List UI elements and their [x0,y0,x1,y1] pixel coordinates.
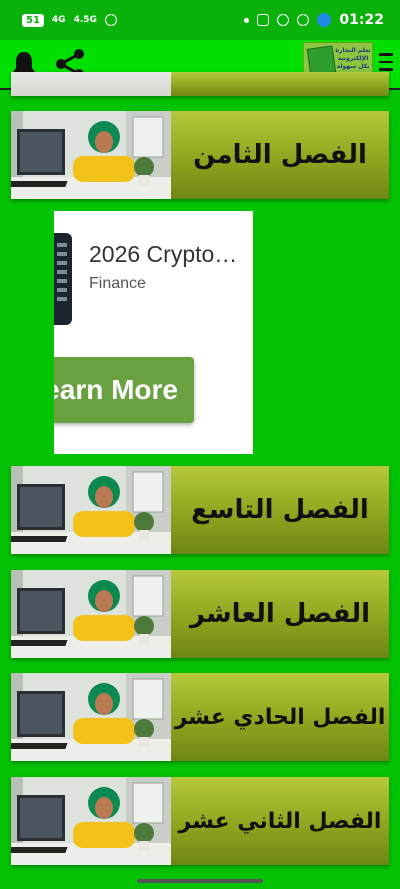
chapter-banner: الفصل العاشر [171,570,389,658]
chapter-title: الفصل التاسع [191,495,369,525]
instagram-icon [257,14,270,26]
status-right: 01:22 [244,12,384,28]
notification-dot-icon [244,17,250,23]
facebook-icon [297,14,310,26]
network-indicator-2: 4.5G [73,14,97,25]
chapter-banner: الفصل الثاني عشر [171,777,389,865]
chapter-card-8[interactable]: الفصل الثامن [11,111,389,199]
chapter-card-partial[interactable] [11,72,389,96]
woman-at-computer-photo [11,466,171,554]
chapter-title: الفصل العاشر [189,599,371,629]
battery-icon [317,13,332,27]
chapter-banner: الفصل الثامن [171,111,389,199]
network-indicator-1: 4G [51,14,66,25]
chapter-title: الفصل الحادي عشر [174,704,386,730]
chapter-title: الفصل الثامن [193,140,367,170]
status-left: 51 4G 4.5G [22,13,117,27]
ad-learn-more-button[interactable]: earn More [54,357,194,423]
woman-at-computer-photo [11,570,171,658]
ad-banner[interactable]: 2026 Crypto… Finance earn More [54,211,253,454]
woman-at-computer-photo [11,673,171,761]
chapter-banner: الفصل الحادي عشر [171,673,389,761]
ad-thumbnail [54,233,72,325]
alarm-icon [104,14,117,26]
woman-at-computer-photo [11,111,171,199]
status-bar: 51 4G 4.5G 01:22 [0,0,400,40]
ad-title[interactable]: 2026 Crypto… [89,241,249,268]
chapter-card-9[interactable]: الفصل التاسع [11,466,389,554]
chapter-photo [11,72,171,96]
chapter-title: الفصل الثاني عشر [178,808,382,834]
gesture-nav-handle[interactable] [137,879,263,883]
ad-subtitle: Finance [89,275,146,292]
messenger-icon [277,14,290,26]
chapter-card-12[interactable]: الفصل الثاني عشر [11,777,389,865]
chapter-banner: الفصل التاسع [171,466,389,554]
clock: 01:22 [339,12,384,28]
sim-badge: 51 [22,13,44,27]
chapter-card-11[interactable]: الفصل الحادي عشر [11,673,389,761]
chapter-banner [171,72,389,96]
logo-text: تعلم التجارة الإلكترونية بكل سهولة [335,47,371,70]
chapter-card-10[interactable]: الفصل العاشر [11,570,389,658]
woman-at-computer-photo [11,777,171,865]
